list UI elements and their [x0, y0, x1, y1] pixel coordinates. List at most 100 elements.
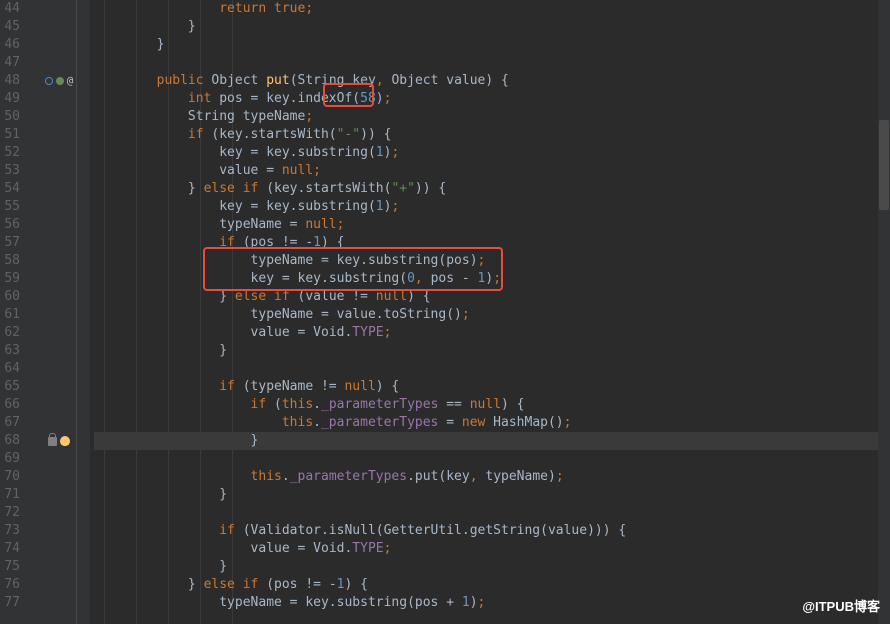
line-number[interactable]: 57	[4, 234, 20, 252]
gutter-marker-row	[28, 18, 90, 36]
gutter-marker-row	[28, 522, 90, 540]
line-number[interactable]: 69	[4, 450, 20, 468]
line-number[interactable]: 70	[4, 468, 20, 486]
gutter-marker-row	[28, 198, 90, 216]
code-line[interactable]: } else if (pos != -1) {	[94, 576, 890, 594]
line-number[interactable]: 66	[4, 396, 20, 414]
line-number[interactable]: 68	[4, 432, 20, 450]
code-line[interactable]: } else if (key.startsWith("+")) {	[94, 180, 890, 198]
code-line[interactable]: typeName = null;	[94, 216, 890, 234]
code-line[interactable]	[94, 54, 890, 72]
gutter-marker-row	[28, 378, 90, 396]
line-number[interactable]: 52	[4, 144, 20, 162]
line-number[interactable]: 77	[4, 594, 20, 612]
code-line[interactable]: }	[94, 432, 890, 450]
fold-guide	[76, 0, 77, 624]
line-number[interactable]: 67	[4, 414, 20, 432]
line-number[interactable]: 72	[4, 504, 20, 522]
code-line[interactable]	[94, 360, 890, 378]
code-line[interactable]: if (pos != -1) {	[94, 234, 890, 252]
gutter-markers[interactable]: @	[28, 0, 90, 624]
code-line[interactable]: }	[94, 18, 890, 36]
code-line[interactable]: public Object put(String key, Object val…	[94, 72, 890, 90]
code-line[interactable]: if (Validator.isNull(GetterUtil.getStrin…	[94, 522, 890, 540]
line-number[interactable]: 47	[4, 54, 20, 72]
code-line[interactable]: key = key.substring(1);	[94, 144, 890, 162]
code-line[interactable]: this._parameterTypes = new HashMap();	[94, 414, 890, 432]
gutter-marker-row	[28, 486, 90, 504]
code-line[interactable]: String typeName;	[94, 108, 890, 126]
annotation-icon[interactable]: @	[67, 72, 74, 90]
lock-icon[interactable]	[48, 437, 57, 446]
code-line[interactable]: }	[94, 342, 890, 360]
line-number[interactable]: 49	[4, 90, 20, 108]
code-line[interactable]: typeName = value.toString();	[94, 306, 890, 324]
code-line[interactable]: value = Void.TYPE;	[94, 540, 890, 558]
line-number[interactable]: 60	[4, 288, 20, 306]
line-number[interactable]: 62	[4, 324, 20, 342]
code-line[interactable]: } else if (value != null) {	[94, 288, 890, 306]
gutter-marker-row	[28, 450, 90, 468]
implements-icon[interactable]	[56, 77, 64, 85]
line-number[interactable]: 74	[4, 540, 20, 558]
code-line[interactable]: if (this._parameterTypes == null) {	[94, 396, 890, 414]
line-number[interactable]: 65	[4, 378, 20, 396]
gutter-marker-row	[28, 252, 90, 270]
line-number[interactable]: 45	[4, 18, 20, 36]
gutter-marker-row	[28, 360, 90, 378]
line-number[interactable]: 44	[4, 0, 20, 18]
code-line[interactable]: }	[94, 558, 890, 576]
line-number[interactable]: 50	[4, 108, 20, 126]
line-number[interactable]: 58	[4, 252, 20, 270]
line-number[interactable]: 64	[4, 360, 20, 378]
gutter-marker-row	[28, 558, 90, 576]
override-icon[interactable]	[45, 77, 53, 85]
code-line[interactable]: }	[94, 486, 890, 504]
line-number[interactable]: 59	[4, 270, 20, 288]
gutter-marker-row	[28, 36, 90, 54]
gutter-marker-row	[28, 144, 90, 162]
line-number[interactable]: 54	[4, 180, 20, 198]
gutter-marker-row	[28, 504, 90, 522]
code-line[interactable]: if (typeName != null) {	[94, 378, 890, 396]
line-number[interactable]: 51	[4, 126, 20, 144]
code-line[interactable]: if (key.startsWith("-")) {	[94, 126, 890, 144]
code-line[interactable]: typeName = key.substring(pos);	[94, 252, 890, 270]
gutter-marker-row	[28, 396, 90, 414]
gutter-marker-row	[28, 126, 90, 144]
code-line[interactable]: this._parameterTypes.put(key, typeName);	[94, 468, 890, 486]
code-content[interactable]: return true; } } public Object put(Strin…	[90, 0, 890, 624]
line-number[interactable]: 75	[4, 558, 20, 576]
gutter-marker-row: @	[28, 72, 90, 90]
code-line[interactable]	[94, 504, 890, 522]
line-number[interactable]: 76	[4, 576, 20, 594]
line-number[interactable]: 71	[4, 486, 20, 504]
line-number[interactable]: 63	[4, 342, 20, 360]
line-number[interactable]: 61	[4, 306, 20, 324]
code-line[interactable]: key = key.substring(1);	[94, 198, 890, 216]
gutter-marker-row	[28, 108, 90, 126]
bulb-icon[interactable]	[60, 436, 70, 446]
code-line[interactable]: key = key.substring(0, pos - 1);	[94, 270, 890, 288]
gutter-marker-row	[28, 594, 90, 612]
code-line[interactable]: return true;	[94, 0, 890, 18]
line-number[interactable]: 46	[4, 36, 20, 54]
line-number-gutter[interactable]: 4445464748495051525354555657585960616263…	[0, 0, 28, 624]
code-line[interactable]: typeName = key.substring(pos + 1);	[94, 594, 890, 612]
gutter-marker-row	[28, 162, 90, 180]
line-number[interactable]: 56	[4, 216, 20, 234]
gutter-marker-row	[28, 576, 90, 594]
gutter-marker-row	[28, 234, 90, 252]
gutter-marker-row	[28, 432, 90, 450]
line-number[interactable]: 53	[4, 162, 20, 180]
vertical-scrollbar[interactable]	[878, 0, 890, 624]
scroll-thumb[interactable]	[879, 120, 889, 210]
code-line[interactable]: int pos = key.indexOf(58);	[94, 90, 890, 108]
line-number[interactable]: 55	[4, 198, 20, 216]
line-number[interactable]: 48	[4, 72, 20, 90]
code-line[interactable]: value = null;	[94, 162, 890, 180]
code-line[interactable]: }	[94, 36, 890, 54]
line-number[interactable]: 73	[4, 522, 20, 540]
code-line[interactable]	[94, 450, 890, 468]
code-line[interactable]: value = Void.TYPE;	[94, 324, 890, 342]
